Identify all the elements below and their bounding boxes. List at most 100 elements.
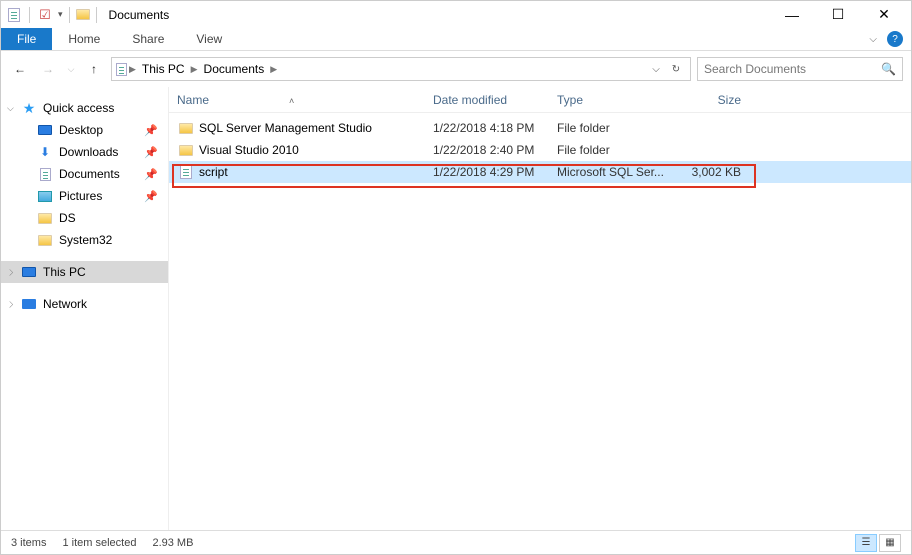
help-icon[interactable]: ? <box>887 31 903 47</box>
minimize-button[interactable]: — <box>769 1 815 28</box>
sidebar-item-documents[interactable]: Documents 📌 <box>1 163 168 185</box>
thumbnails-view-button[interactable]: ▦ <box>879 534 901 552</box>
sidebar-item-ds[interactable]: DS <box>1 207 168 229</box>
folder-icon <box>37 232 53 248</box>
desktop-icon <box>37 122 53 138</box>
sidebar-item-label: Network <box>43 297 87 311</box>
sort-indicator-icon: ˄ <box>289 96 294 106</box>
file-name: script <box>195 165 433 179</box>
navigation-pane: ⌵ ★ Quick access Desktop 📌 ⬇ Downloads 📌… <box>1 87 169 530</box>
back-button[interactable]: ← <box>9 58 31 80</box>
column-size[interactable]: Size <box>673 93 753 107</box>
search-box[interactable]: Search Documents 🔍 <box>697 57 903 81</box>
tab-share[interactable]: Share <box>116 28 180 50</box>
properties-icon[interactable] <box>5 6 23 24</box>
file-size: 3,002 KB <box>673 165 753 179</box>
sql-file-icon <box>177 164 195 180</box>
file-date: 1/22/2018 2:40 PM <box>433 143 557 157</box>
file-row[interactable]: SQL Server Management Studio 1/22/2018 4… <box>169 117 911 139</box>
file-type: File folder <box>557 121 673 135</box>
tab-view[interactable]: View <box>180 28 238 50</box>
window-controls: — ☐ ✕ <box>769 1 907 28</box>
column-type[interactable]: Type <box>557 93 673 107</box>
sidebar-item-label: Downloads <box>59 145 118 159</box>
status-size: 2.93 MB <box>152 537 193 549</box>
pin-icon: 📌 <box>144 168 158 181</box>
chevron-right-icon[interactable]: ▶ <box>268 64 279 75</box>
pin-icon: 📌 <box>144 124 158 137</box>
qat-dropdown-icon[interactable]: ▾ <box>58 9 63 20</box>
sidebar-item-label: Desktop <box>59 123 103 137</box>
file-list-pane: Name ˄ Date modified Type Size SQL Server… <box>169 87 911 530</box>
details-view-button[interactable]: ☰ <box>855 534 877 552</box>
file-tab[interactable]: File <box>1 28 52 50</box>
file-row[interactable]: script 1/22/2018 4:29 PM Microsoft SQL S… <box>169 161 911 183</box>
status-selection: 1 item selected <box>62 537 136 549</box>
folder-icon <box>37 210 53 226</box>
address-dropdown-icon[interactable]: ⌵ <box>646 64 666 75</box>
status-item-count: 3 items <box>11 537 46 549</box>
sidebar-item-label: System32 <box>59 233 112 247</box>
search-placeholder: Search Documents <box>704 62 881 76</box>
sidebar-quick-access[interactable]: ⌵ ★ Quick access <box>1 97 168 119</box>
column-date[interactable]: Date modified <box>433 93 557 107</box>
sidebar-item-label: DS <box>59 211 76 225</box>
sidebar-item-desktop[interactable]: Desktop 📌 <box>1 119 168 141</box>
location-icon <box>116 63 127 76</box>
breadcrumb-this-pc[interactable]: This PC <box>138 62 189 76</box>
ribbon-collapse-icon[interactable]: ⌵ <box>869 34 877 45</box>
search-icon: 🔍 <box>881 62 896 76</box>
pin-icon: 📌 <box>144 146 158 159</box>
tab-home[interactable]: Home <box>52 28 116 50</box>
sidebar-item-downloads[interactable]: ⬇ Downloads 📌 <box>1 141 168 163</box>
file-rows: SQL Server Management Studio 1/22/2018 4… <box>169 113 911 183</box>
column-name[interactable]: Name ˄ <box>177 93 433 107</box>
chevron-right-icon[interactable]: ▶ <box>189 64 200 75</box>
status-bar: 3 items 1 item selected 2.93 MB ☰ ▦ <box>1 530 911 554</box>
column-headers: Name ˄ Date modified Type Size <box>169 87 911 113</box>
file-name: Visual Studio 2010 <box>195 143 433 157</box>
file-date: 1/22/2018 4:29 PM <box>433 165 557 179</box>
chevron-right-icon[interactable]: ⌵ <box>5 269 16 276</box>
sidebar-item-label: Documents <box>59 167 120 181</box>
breadcrumb-documents[interactable]: Documents <box>200 62 269 76</box>
window-title: Documents <box>109 8 170 22</box>
quick-access-toolbar: ☑ ▾ <box>5 6 74 24</box>
folder-icon <box>177 142 195 158</box>
main-area: ⌵ ★ Quick access Desktop 📌 ⬇ Downloads 📌… <box>1 87 911 530</box>
title-bar: ☑ ▾ Documents — ☐ ✕ <box>1 1 911 28</box>
pictures-icon <box>37 188 53 204</box>
close-button[interactable]: ✕ <box>861 1 907 28</box>
sidebar-item-system32[interactable]: System32 <box>1 229 168 251</box>
file-name: SQL Server Management Studio <box>195 121 433 135</box>
recent-dropdown-icon[interactable]: ⌵ <box>65 58 77 80</box>
pin-icon: 📌 <box>144 190 158 203</box>
maximize-button[interactable]: ☐ <box>815 1 861 28</box>
sidebar-this-pc[interactable]: ⌵ This PC <box>1 261 168 283</box>
file-row[interactable]: Visual Studio 2010 1/22/2018 2:40 PM Fil… <box>169 139 911 161</box>
chevron-down-icon[interactable]: ⌵ <box>7 103 14 114</box>
chevron-right-icon[interactable]: ⌵ <box>5 301 16 308</box>
folder-icon <box>177 120 195 136</box>
file-type: Microsoft SQL Ser... <box>557 165 673 179</box>
sidebar-network[interactable]: ⌵ Network <box>1 293 168 315</box>
sidebar-item-label: Pictures <box>59 189 102 203</box>
up-button[interactable]: ↑ <box>83 58 105 80</box>
sidebar-item-pictures[interactable]: Pictures 📌 <box>1 185 168 207</box>
chevron-right-icon[interactable]: ▶ <box>127 64 138 75</box>
star-icon: ★ <box>21 100 37 116</box>
file-date: 1/22/2018 4:18 PM <box>433 121 557 135</box>
file-type: File folder <box>557 143 673 157</box>
refresh-button[interactable]: ↻ <box>666 64 686 75</box>
this-pc-icon <box>21 264 37 280</box>
downloads-icon: ⬇ <box>37 144 53 160</box>
network-icon <box>21 296 37 312</box>
column-label: Name <box>177 93 209 107</box>
forward-button[interactable]: → <box>37 58 59 80</box>
address-bar[interactable]: ▶ This PC ▶ Documents ▶ ⌵ ↻ <box>111 57 691 81</box>
sidebar-item-label: Quick access <box>43 101 114 115</box>
ribbon: File Home Share View ⌵ ? <box>1 28 911 51</box>
checkbox-icon[interactable]: ☑ <box>36 6 54 24</box>
documents-icon <box>37 166 53 182</box>
navigation-bar: ← → ⌵ ↑ ▶ This PC ▶ Documents ▶ ⌵ ↻ Sear… <box>1 51 911 87</box>
